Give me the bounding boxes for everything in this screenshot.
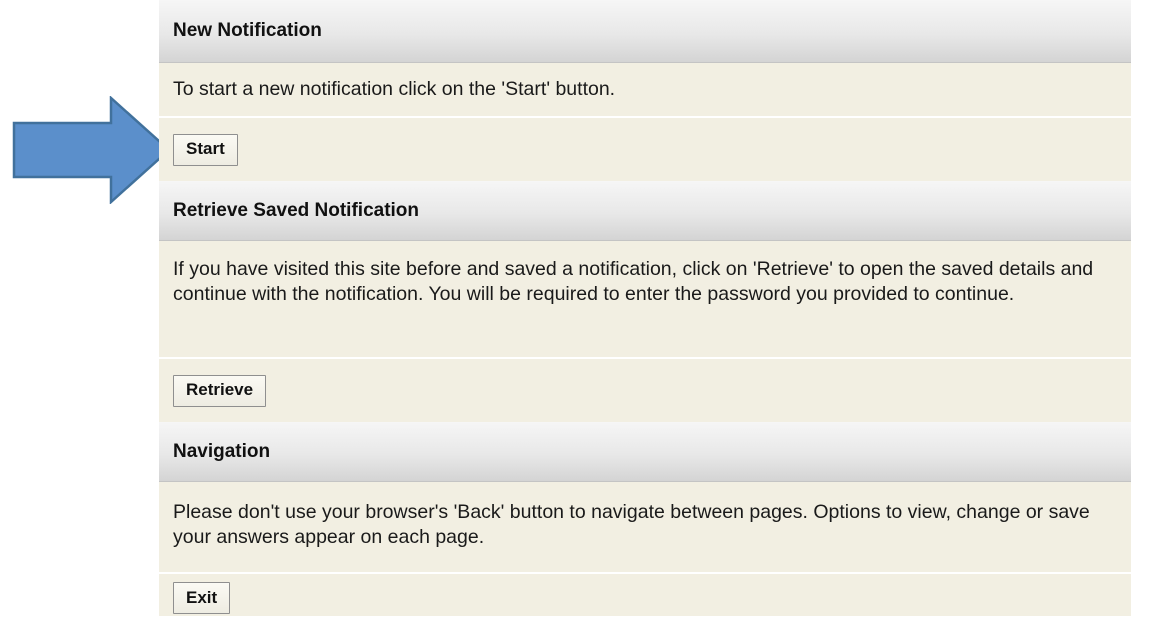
retrieve-button-row: Retrieve bbox=[159, 359, 1131, 422]
exit-button[interactable]: Exit bbox=[173, 582, 231, 614]
retrieve-notification-header: Retrieve Saved Notification bbox=[159, 181, 1131, 241]
start-button[interactable]: Start bbox=[173, 133, 238, 166]
retrieve-notification-instructions: If you have visited this site before and… bbox=[159, 241, 1131, 359]
navigation-instructions: Please don't use your browser's 'Back' b… bbox=[159, 482, 1131, 574]
start-button-row: Start bbox=[159, 118, 1131, 181]
notification-panel: New Notification To start a new notifica… bbox=[159, 0, 1131, 616]
new-notification-header: New Notification bbox=[159, 0, 1131, 63]
new-notification-instructions: To start a new notification click on the… bbox=[159, 63, 1131, 118]
retrieve-button[interactable]: Retrieve bbox=[173, 374, 267, 407]
arrow-right-icon bbox=[12, 96, 171, 204]
navigation-header: Navigation bbox=[159, 422, 1131, 482]
exit-button-row: Exit bbox=[159, 574, 1131, 616]
